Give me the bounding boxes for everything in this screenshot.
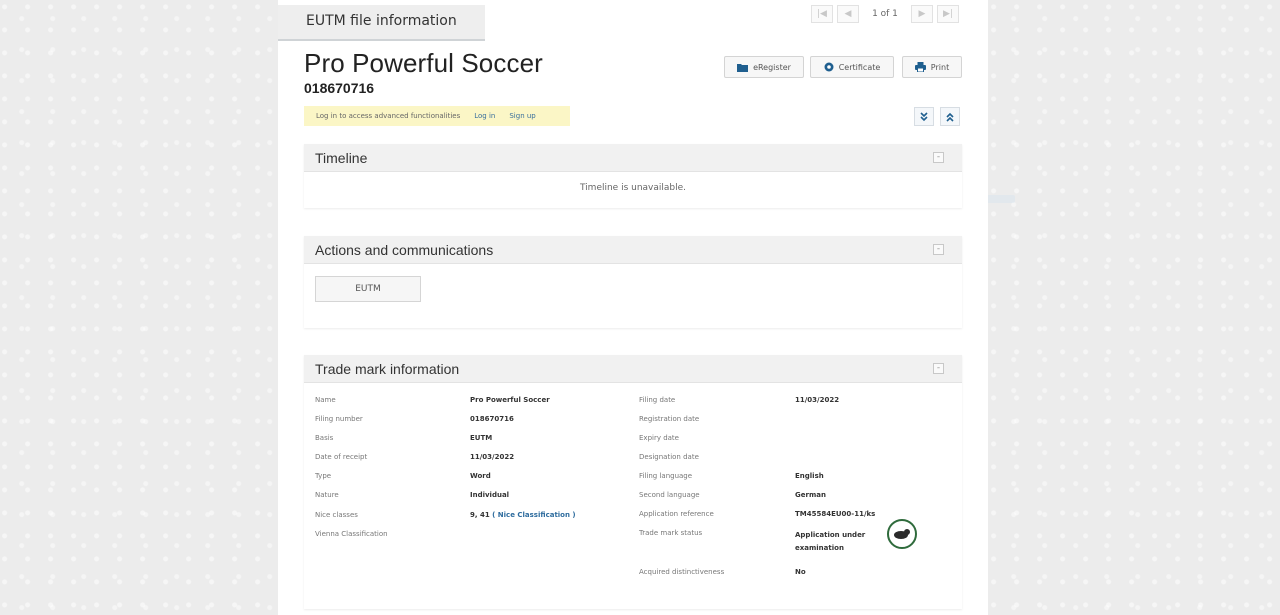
folder-icon (737, 63, 749, 72)
name-label: Name (315, 396, 336, 404)
date-of-receipt-label: Date of receipt (315, 453, 368, 461)
filing-language-label: Filing language (639, 472, 693, 480)
examination-status-icon (887, 519, 917, 549)
nice-classes-numbers: 9, 41 (470, 511, 490, 519)
login-notice-text: Log in to access advanced functionalitie… (316, 112, 461, 120)
pager-first-button[interactable]: |◀ (811, 5, 833, 23)
type-value: Word (470, 472, 491, 480)
file-panel: EUTM file information |◀ ◀ 1 of 1 ▶ ▶| P… (278, 0, 988, 615)
timeline-title: Timeline (315, 149, 368, 166)
certificate-label: Certificate (838, 62, 881, 72)
filing-number-heading: 018670716 (304, 80, 375, 96)
nice-classes-value: 9, 41 ( Nice Classification ) (470, 511, 576, 519)
trademark-collapse-icon[interactable]: - (933, 363, 944, 374)
collapse-all-button[interactable] (940, 107, 960, 126)
login-link[interactable]: Log in (474, 112, 495, 120)
nice-classes-label: Nice classes (315, 511, 358, 519)
filing-date-value: 11/03/2022 (795, 396, 840, 404)
trade-mark-status-label: Trade mark status (639, 529, 703, 537)
date-of-receipt-value: 11/03/2022 (470, 453, 515, 461)
basis-value: EUTM (470, 434, 493, 442)
application-reference-label: Application reference (639, 510, 714, 518)
trademark-header: Trade mark information - (304, 355, 962, 383)
pager-next-button[interactable]: ▶ (911, 5, 933, 23)
eutm-button[interactable]: EUTM (315, 276, 421, 302)
page-title: Pro Powerful Soccer (304, 48, 543, 78)
nature-value: Individual (470, 491, 510, 499)
trade-mark-status-value: Application under examination (795, 531, 866, 552)
trademark-title: Trade mark information (315, 360, 460, 377)
pager: |◀ ◀ 1 of 1 ▶ ▶| (811, 5, 963, 23)
expiry-date-label: Expiry date (639, 434, 679, 442)
pager-last-button[interactable]: ▶| (937, 5, 959, 23)
pager-prev-button[interactable]: ◀ (837, 5, 859, 23)
timeline-section: Timeline - Timeline is unavailable. (304, 144, 962, 208)
filing-number-label: Filing number (315, 415, 363, 423)
designation-date-label: Designation date (639, 453, 699, 461)
basis-label: Basis (315, 434, 334, 442)
acquired-distinctiveness-value: No (795, 568, 806, 576)
print-label: Print (930, 62, 950, 72)
eregister-label: eRegister (753, 62, 791, 72)
filing-number-value: 018670716 (470, 415, 514, 423)
double-chevron-down-icon (920, 107, 928, 126)
double-chevron-up-icon (946, 107, 954, 126)
print-button[interactable]: Print (902, 56, 962, 78)
filing-language-value: English (795, 472, 824, 480)
filing-date-label: Filing date (639, 396, 676, 404)
name-value: Pro Powerful Soccer (470, 396, 550, 404)
certificate-icon (824, 62, 834, 72)
timeline-header: Timeline - (304, 144, 962, 172)
nature-label: Nature (315, 491, 339, 499)
expand-all-button[interactable] (914, 107, 934, 126)
actions-title: Actions and communications (315, 241, 494, 258)
eregister-button[interactable]: eRegister (724, 56, 804, 78)
timeline-message: Timeline is unavailable. (579, 183, 687, 193)
actions-collapse-icon[interactable]: - (933, 244, 944, 255)
acquired-distinctiveness-label: Acquired distinctiveness (639, 568, 725, 576)
certificate-button[interactable]: Certificate (810, 56, 894, 78)
type-label: Type (315, 472, 332, 480)
printer-icon (914, 62, 926, 72)
timeline-collapse-icon[interactable]: - (933, 152, 944, 163)
vienna-classification-label: Vienna Classification (315, 530, 388, 538)
second-language-value: German (795, 491, 826, 499)
second-language-label: Second language (639, 491, 700, 499)
trademark-section: Trade mark information - Name Pro Powerf… (304, 355, 962, 609)
actions-header: Actions and communications - (304, 236, 962, 264)
tab-eutm-file-information[interactable]: EUTM file information (278, 5, 485, 41)
signup-link[interactable]: Sign up (509, 112, 535, 120)
pager-text: 1 of 1 (872, 9, 898, 19)
actions-section: Actions and communications - EUTM (304, 236, 962, 328)
application-reference-value: TM45584EU00-11/ks (795, 510, 876, 518)
login-notice-bar: Log in to access advanced functionalitie… (304, 106, 570, 126)
nice-classification-link[interactable]: ( Nice Classification ) (492, 511, 575, 519)
registration-date-label: Registration date (639, 415, 700, 423)
